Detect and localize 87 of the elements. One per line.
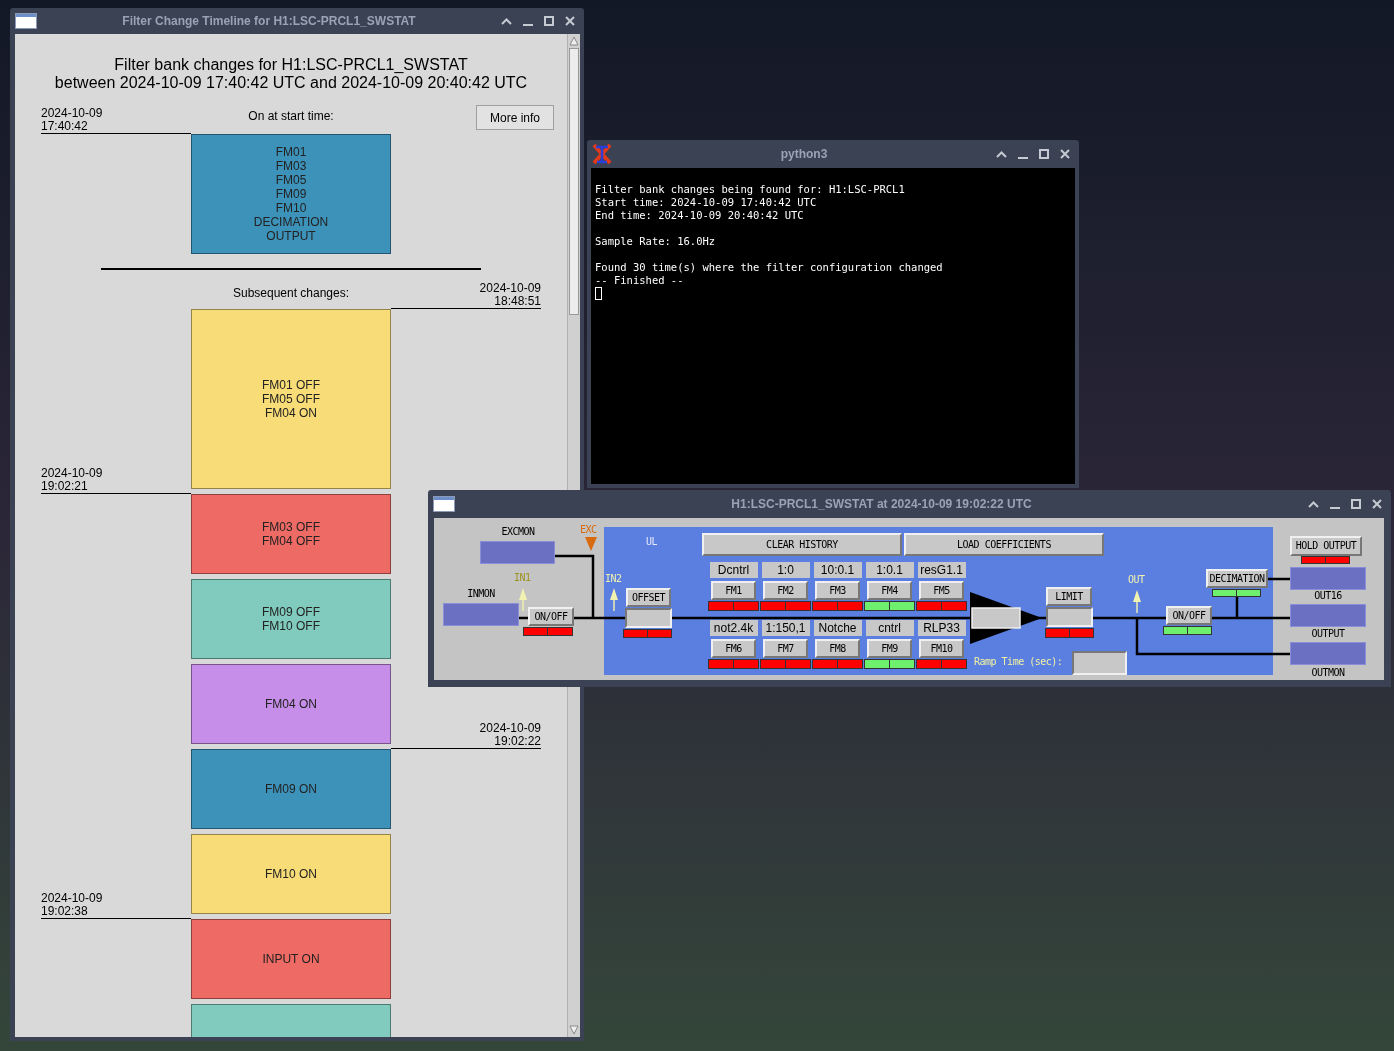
offset-button[interactable]: OFFSET — [626, 588, 671, 607]
scrollbar-thumb[interactable] — [569, 48, 579, 315]
excmon-label: EXCMON — [500, 526, 536, 538]
filter-module-button[interactable]: FM4 — [867, 581, 912, 600]
more-info-button[interactable]: More info — [476, 105, 554, 130]
timestamp-label: 2024-10-09 19:02:38 — [41, 892, 104, 918]
load-coefficients-button[interactable]: LOAD COEFFICIENTS — [904, 533, 1104, 556]
timestamp-label: 2024-10-09 18:48:51 — [478, 282, 541, 308]
filter-module-button[interactable]: FM6 — [711, 639, 756, 658]
filter-name-label: 1:0 — [761, 562, 810, 578]
input-switch-button[interactable]: ON/OFF — [528, 607, 574, 626]
close-icon[interactable] — [565, 16, 575, 26]
window-icon — [15, 13, 37, 29]
up-arrow-icon — [1133, 590, 1141, 613]
block-text: FM09 ON — [265, 782, 317, 796]
filter-name-label: 1:0.1 — [865, 562, 914, 578]
window-title: Filter Change Timeline for H1:LSC-PRCL1_SWSTAT — [121, 13, 417, 30]
clear-history-button[interactable]: CLEAR HISTORY — [702, 533, 902, 556]
changes-label: Subsequent changes: — [231, 286, 351, 300]
filter-module-button[interactable]: FM10 — [919, 639, 964, 658]
maximize-icon[interactable] — [1039, 149, 1049, 159]
timestamp-label: 2024-10-09 17:40:42 — [41, 107, 104, 133]
x-logo-icon — [592, 144, 612, 164]
timestamp-label: 2024-10-09 19:02:21 — [41, 467, 104, 493]
filter-name-label: not2.4k — [709, 620, 758, 636]
out-label: OUT — [1128, 574, 1145, 586]
heading: Filter bank changes for H1:LSC-PRCL1_SWSTAT between 2024-10-09 17:40:42 UTC and 2024-10-09 20:40:42 UTC — [53, 56, 529, 92]
terminal-output: Sample Rate: 16.0Hz — [595, 235, 716, 248]
limit-button[interactable]: LIMIT — [1046, 587, 1092, 606]
caret-up-icon[interactable] — [1308, 500, 1319, 508]
decimation-button[interactable]: DECIMATION — [1206, 569, 1268, 588]
filter-module-button[interactable]: FM9 — [867, 639, 912, 658]
start-label: On at start time: — [247, 108, 335, 125]
block-text: FM03 OFF FM04 OFF — [262, 520, 320, 548]
exc-label: EXC — [580, 524, 597, 536]
terminal-output: Found 30 time(s) where the filter configuration changed -- Finished -- — [595, 261, 943, 287]
up-arrow-icon[interactable] — [569, 36, 579, 46]
maximize-icon[interactable] — [544, 16, 554, 26]
filter-name-label: RLP33 — [917, 620, 966, 636]
close-icon[interactable] — [1060, 149, 1070, 159]
filter-name-label: Dcntrl — [709, 562, 758, 578]
up-arrow-icon — [610, 588, 618, 611]
filter-name-label: cntrl — [865, 620, 914, 636]
filter-module-button[interactable]: FM1 — [711, 581, 756, 600]
filter-module-button[interactable]: FM2 — [763, 581, 808, 600]
gain-amplifier-drawing — [970, 592, 1042, 644]
signal-line — [1267, 577, 1290, 581]
in1-label: IN1 — [514, 572, 531, 584]
timestamp-label: 2024-10-09 19:02:22 — [478, 722, 541, 748]
block-text: INPUT ON — [262, 952, 320, 966]
in2-label: IN2 — [605, 573, 622, 585]
maximize-icon[interactable] — [1351, 499, 1361, 509]
outmon-label: OUTMON — [1310, 667, 1346, 679]
ul-label: UL — [646, 536, 658, 548]
block-text: FM09 OFF FM10 OFF — [262, 605, 320, 633]
text-cursor — [595, 287, 602, 300]
filter-name-label: 1:150,1 — [761, 620, 810, 636]
terminal-output: Filter bank changes being found for: H1:LSC-PRCL1 Start time: 2024-10-09 17:40:42 UTC End time: 2024-10-09 20:40:42 UTC — [595, 183, 905, 222]
filter-name-label: Notche — [813, 620, 862, 636]
limit-field[interactable] — [1046, 607, 1093, 627]
filter-name-label: 10:0.1 — [813, 562, 862, 578]
caret-up-icon[interactable] — [501, 17, 512, 25]
block-text: FM10 ON — [265, 867, 317, 881]
down-triangle-icon — [585, 537, 597, 551]
output-label: OUTPUT — [1310, 628, 1346, 640]
offset-field[interactable] — [625, 608, 672, 628]
filter-module-button[interactable]: FM8 — [815, 639, 860, 658]
inmon-label: INMON — [466, 588, 496, 600]
ramp-time-label: Ramp Time (sec): — [974, 656, 1063, 668]
filter-module-button[interactable]: FM5 — [919, 581, 964, 600]
window-title: python3 — [779, 146, 829, 163]
up-arrow-icon — [519, 588, 527, 611]
block-text: FM04 ON — [265, 697, 317, 711]
caret-up-icon[interactable] — [996, 150, 1007, 158]
out16-label: OUT16 — [1313, 590, 1343, 602]
filter-name-label: resG1.1 — [917, 562, 966, 578]
block-text: FM01 FM03 FM05 FM09 FM10 DECIMATION OUTPUT — [253, 145, 329, 243]
filter-module-button[interactable]: FM7 — [763, 639, 808, 658]
window-title: H1:LSC-PRCL1_SWSTAT at 2024-10-09 19:02:22 UTC — [730, 496, 1033, 513]
close-icon[interactable] — [1372, 499, 1382, 509]
hold-output-button[interactable]: HOLD OUTPUT — [1290, 536, 1362, 556]
block-text: FM01 OFF FM05 OFF FM04 ON — [262, 378, 320, 420]
filter-module-button[interactable]: FM3 — [815, 581, 860, 600]
output-switch-button[interactable]: ON/OFF — [1166, 606, 1212, 625]
window-icon — [433, 496, 455, 512]
ramp-time-field[interactable] — [1072, 651, 1127, 675]
down-arrow-icon[interactable] — [569, 1025, 579, 1035]
